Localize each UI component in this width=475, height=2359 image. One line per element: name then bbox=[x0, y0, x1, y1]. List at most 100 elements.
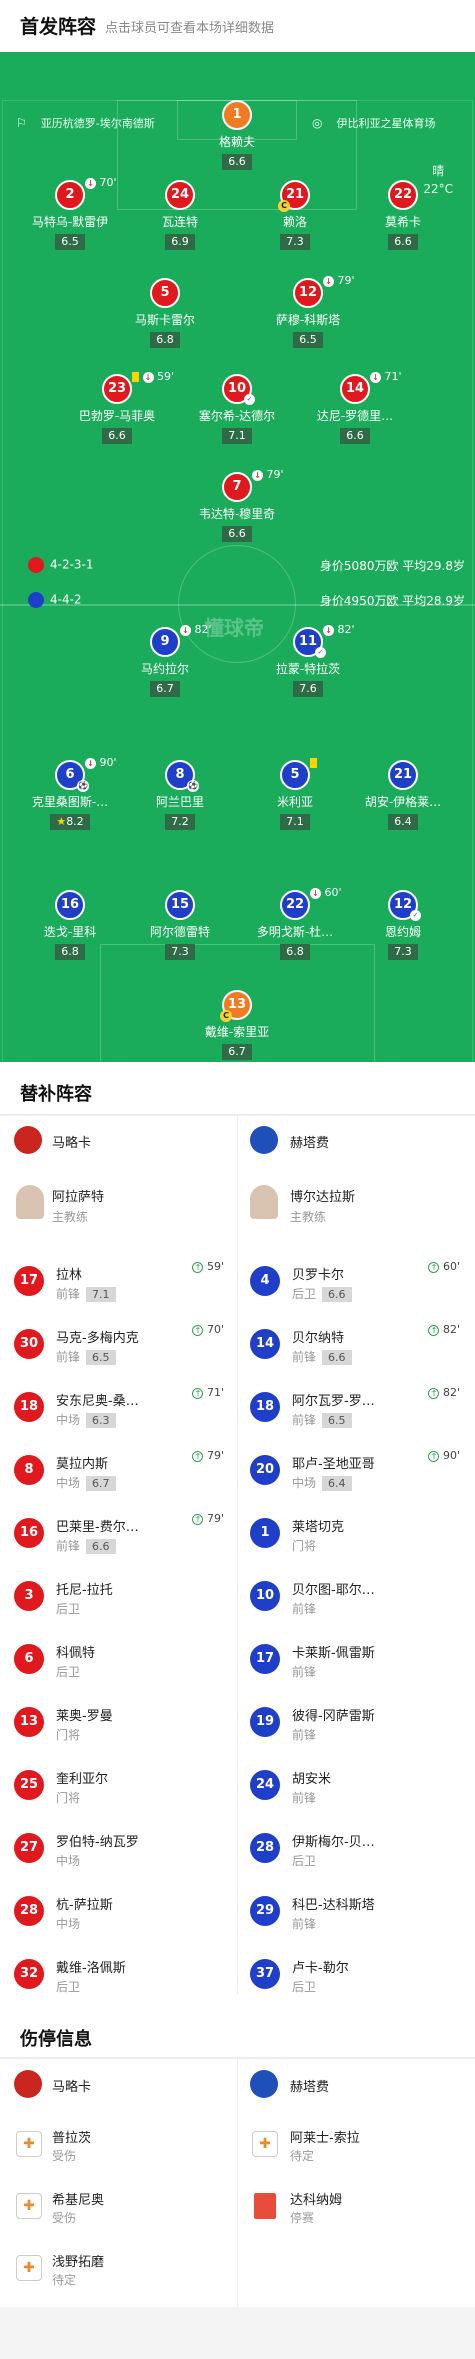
sub-player-position: 前锋 7.1 bbox=[56, 1285, 116, 1302]
sub-player-row[interactable]: 13 莱奥-罗曼 门将 bbox=[14, 1691, 224, 1753]
sub-player-row[interactable]: 19 彼得-冈萨雷斯 前锋 bbox=[250, 1691, 460, 1753]
sub-on-icon: ↑ bbox=[192, 1387, 204, 1399]
sub-player-name: 卢卡-勒尔 bbox=[292, 1961, 349, 1976]
player-away-5[interactable]: 5 米利亚 7.1 bbox=[250, 758, 340, 830]
sub-player-row[interactable]: 6 科佩特 后卫 bbox=[14, 1628, 224, 1690]
player-away-22[interactable]: 22 ↓ 60' 多明戈斯-杜… 6.8 bbox=[250, 886, 342, 960]
player-home-12[interactable]: 12 ↓ 79' 萨穆-科斯塔 6.5 bbox=[263, 274, 355, 348]
sub-off-icon: ↓ bbox=[85, 757, 96, 769]
sub-player-row[interactable]: 14 贝尔纳特 前锋 6.6 ↑ 82' bbox=[250, 1313, 460, 1375]
home-coach-name[interactable]: 阿拉萨特 bbox=[52, 1186, 104, 1205]
sub-player-row[interactable]: 16 巴莱里-费尔… 前锋 6.6 ↑ 79' bbox=[14, 1502, 224, 1564]
sub-player-name: 莱奥-罗曼 bbox=[56, 1709, 113, 1724]
sub-player-row[interactable]: 25 奎利亚尔 门将 bbox=[14, 1754, 224, 1816]
player-home-23[interactable]: 23 ↓ 59' 巴勃罗-马菲奥 6.6 bbox=[72, 370, 174, 444]
player-away-6[interactable]: 6 ⚽ ↓ 90' 克里桑图斯-… ★8.2 bbox=[25, 756, 117, 830]
sub-player-rating: 6.5 bbox=[322, 1413, 352, 1428]
sub-player-row[interactable]: 1 莱塔切克 门将 bbox=[250, 1502, 460, 1564]
player-home-22[interactable]: 22 莫希卡 6.6 bbox=[358, 180, 448, 250]
injury-status: 受伤 bbox=[52, 2149, 77, 2163]
player-home-5[interactable]: 5 马斯卡雷尔 6.8 bbox=[120, 278, 210, 348]
player-away-9[interactable]: 9 ↓ 82' 马约拉尔 6.7 bbox=[120, 623, 212, 697]
sub-player-row[interactable]: 17 卡莱斯-佩雷斯 前锋 bbox=[250, 1628, 460, 1690]
injury-player-name[interactable]: 阿莱士-索拉 bbox=[290, 2127, 360, 2146]
sub-player-name: 巴莱里-费尔… bbox=[56, 1520, 139, 1535]
injury-player-name[interactable]: 达科纳姆 bbox=[290, 2189, 342, 2208]
sub-event: ↑ 59' bbox=[192, 1260, 224, 1273]
sub-player-name: 杭-萨拉斯 bbox=[56, 1898, 113, 1913]
sub-player-row[interactable]: 8 莫拉内斯 中场 6.7 ↑ 79' bbox=[14, 1439, 224, 1501]
player-home-21[interactable]: 21 C 赖洛 7.3 bbox=[250, 180, 340, 250]
sub-player-rating: 6.5 bbox=[86, 1350, 116, 1365]
sub-player-row[interactable]: 18 安东尼奥-桑… 中场 6.3 ↑ 71' bbox=[14, 1376, 224, 1438]
player-home-2[interactable]: 2 ↓ 70' 马特乌-默雷伊 6.5 bbox=[25, 176, 117, 250]
away-team-crest-icon bbox=[250, 2070, 278, 2098]
player-home-7[interactable]: 7 ↓ 79' 韦达特-穆里奇 6.6 bbox=[192, 468, 284, 542]
sub-player-row[interactable]: 3 托尼-拉托 后卫 bbox=[14, 1565, 224, 1627]
sub-player-row[interactable]: 28 杭-萨拉斯 中场 bbox=[14, 1880, 224, 1942]
sub-on-icon: ↑ bbox=[192, 1513, 204, 1525]
player-number-badge: 4 bbox=[250, 1266, 280, 1296]
away-team-name: 赫塔费 bbox=[290, 1136, 330, 1151]
sub-player-rating: 6.3 bbox=[86, 1413, 116, 1428]
injury-player-name[interactable]: 希基尼奥 bbox=[52, 2189, 104, 2208]
captain-icon: C bbox=[220, 1010, 232, 1022]
sub-player-row[interactable]: 29 科巴-达科斯塔 前锋 bbox=[250, 1880, 460, 1942]
player-away-13[interactable]: 13 C 戴维-索里亚 6.7 bbox=[192, 990, 282, 1060]
sub-off-icon: ↓ bbox=[85, 177, 96, 189]
sub-player-position: 前锋 6.5 bbox=[56, 1348, 116, 1365]
player-away-15[interactable]: 15 阿尔德雷特 7.3 bbox=[135, 890, 225, 960]
sub-player-name: 贝尔纳特 bbox=[292, 1331, 345, 1346]
away-coach-name[interactable]: 博尔达拉斯 bbox=[290, 1186, 355, 1205]
sub-player-row[interactable]: 32 戴维-洛佩斯 后卫 bbox=[14, 1943, 224, 2005]
goal-ball-icon: ⚽ bbox=[187, 780, 199, 792]
sub-on-icon: ↑ bbox=[428, 1450, 440, 1462]
sub-player-row[interactable]: 37 卢卡-勒尔 后卫 bbox=[250, 1943, 460, 2005]
sub-player-row[interactable]: 17 拉林 前锋 7.1 ↑ 59' bbox=[14, 1250, 224, 1312]
sub-event: ↑ 82' bbox=[428, 1386, 460, 1399]
sub-player-row[interactable]: 30 马克-多梅内克 前锋 6.5 ↑ 70' bbox=[14, 1313, 224, 1375]
injury-cross-icon: ✚ bbox=[16, 2255, 42, 2281]
sub-event: ↑ 90' bbox=[428, 1449, 460, 1462]
player-home-10[interactable]: 10 ✓ 塞尔希-达德尔 7.1 bbox=[192, 374, 282, 444]
player-away-21[interactable]: 21 胡安-伊格莱… 6.4 bbox=[358, 760, 448, 830]
pitch: ⚐ 亚历杭德罗-埃尔南德斯 ◎ 伊比利亚之星体育场 晴 22°C 懂球帝 4-2-… bbox=[0, 52, 475, 1062]
player-home-14[interactable]: 14 ↓ 71' 达尼-罗德里… 6.6 bbox=[310, 370, 402, 444]
home-crest-icon bbox=[28, 557, 44, 573]
sub-on-icon: ↑ bbox=[192, 1324, 204, 1336]
sub-player-name: 贝尔图-耶尔… bbox=[292, 1583, 375, 1598]
injury-title: 伤停信息 bbox=[20, 2029, 92, 2050]
sub-off-icon: ↓ bbox=[252, 469, 263, 481]
injury-player-name[interactable]: 浅野拓磨 bbox=[52, 2251, 104, 2270]
sub-player-rating: 6.4 bbox=[322, 1476, 352, 1491]
sub-player-row[interactable]: 18 阿尔瓦罗-罗… 前锋 6.5 ↑ 82' bbox=[250, 1376, 460, 1438]
sub-player-row[interactable]: 10 贝尔图-耶尔… 前锋 bbox=[250, 1565, 460, 1627]
sub-player-position: 前锋 bbox=[292, 1665, 317, 1679]
injury-player-name[interactable]: 普拉茨 bbox=[52, 2127, 91, 2146]
player-away-12[interactable]: 12 ✓ 恩约姆 7.3 bbox=[358, 890, 448, 960]
sub-player-position: 前锋 bbox=[292, 1728, 317, 1742]
injury-cross-icon: ✚ bbox=[252, 2131, 278, 2157]
sub-player-position: 中场 6.7 bbox=[56, 1474, 116, 1491]
home-formation: 4-2-3-1 bbox=[28, 557, 94, 573]
sub-player-name: 彼得-冈萨雷斯 bbox=[292, 1709, 375, 1724]
player-home-1[interactable]: 1 格赖夫 6.6 bbox=[192, 100, 282, 170]
sub-player-name: 卡莱斯-佩雷斯 bbox=[292, 1646, 375, 1661]
sub-player-row[interactable]: 20 耶卢-圣地亚哥 中场 6.4 ↑ 90' bbox=[250, 1439, 460, 1501]
player-away-16[interactable]: 16 迭戈-里科 6.8 bbox=[25, 890, 115, 960]
sub-player-rating: 6.7 bbox=[86, 1476, 116, 1491]
player-home-24[interactable]: 24 瓦连特 6.9 bbox=[135, 180, 225, 250]
sub-player-name: 科巴-达科斯塔 bbox=[292, 1898, 375, 1913]
player-away-11[interactable]: 11 ✓ ↓ 82' 拉蒙-特拉茨 7.6 bbox=[263, 623, 355, 697]
sub-player-row[interactable]: 28 伊斯梅尔-贝… 后卫 bbox=[250, 1817, 460, 1879]
player-away-8[interactable]: 8 ⚽ 阿兰巴里 7.2 bbox=[135, 760, 225, 830]
sub-off-icon: ↓ bbox=[142, 371, 154, 383]
assist-icon: ✓ bbox=[315, 647, 326, 658]
sub-player-row[interactable]: 24 胡安米 前锋 bbox=[250, 1754, 460, 1816]
star-icon: ★ bbox=[56, 815, 67, 828]
sub-player-row[interactable]: 4 贝罗卡尔 后卫 6.6 ↑ 60' bbox=[250, 1250, 460, 1312]
sub-player-row[interactable]: 27 罗伯特-纳瓦罗 中场 bbox=[14, 1817, 224, 1879]
sub-off-icon: ↓ bbox=[370, 371, 381, 383]
injury-section: 伤停信息 马略卡 赫塔费 ✚ 普拉茨 受伤 ✚ 希基尼奥 受伤 ✚ 浅野拓磨 待… bbox=[0, 2007, 475, 2307]
sub-player-name: 拉林 bbox=[56, 1268, 83, 1283]
